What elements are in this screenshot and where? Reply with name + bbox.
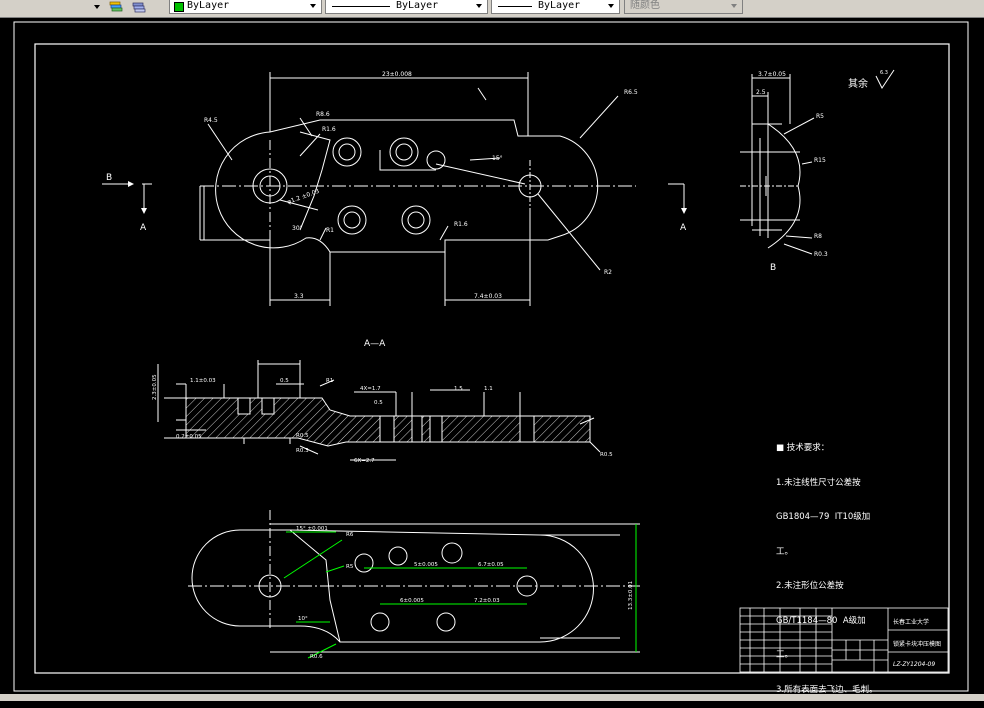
dim-sec-d8: 1.1 bbox=[484, 386, 493, 392]
dim-sec-d9: 6X=2.7 bbox=[354, 458, 375, 464]
dim-r6-inner: R1.6 bbox=[322, 126, 336, 133]
linetype-combo[interactable]: ByLayer bbox=[325, 0, 488, 14]
section-letter-a-right: A bbox=[680, 223, 687, 233]
notes-line: 2.未注形位公差按 bbox=[776, 581, 844, 591]
section-a-a bbox=[157, 360, 601, 461]
dim-offset-b: 7.4±0.03 bbox=[474, 293, 502, 300]
horizontal-scrollbar[interactable] bbox=[0, 694, 984, 701]
dim-sec-d1: 1.1±0.03 bbox=[190, 378, 216, 384]
dim-bot-r06: R0.6 bbox=[310, 654, 323, 660]
plotstyle-value: 随颜色 bbox=[630, 0, 660, 11]
chevron-down-icon[interactable] bbox=[307, 0, 319, 12]
dim-r1-6: R1.6 bbox=[454, 221, 468, 228]
dim-bot-d2: 6.7±0.05 bbox=[478, 562, 504, 568]
dim-side-d1: 2.5 bbox=[756, 89, 766, 96]
dropdown-arrow-icon[interactable] bbox=[92, 0, 102, 14]
title-part-name: 锁紧卡块冲压模图 bbox=[893, 640, 941, 648]
layer-states-icon[interactable] bbox=[108, 0, 124, 14]
dim-sec-d12: R0.5 bbox=[600, 452, 613, 458]
color-value: ByLayer bbox=[187, 0, 230, 11]
dim-overall-length: 23±0.008 bbox=[382, 71, 412, 78]
dim-sec-d7: 1.5 bbox=[454, 386, 463, 392]
dim-bot-d1: 5±0.005 bbox=[414, 562, 438, 568]
notes-line: GB1804—79 IT10级加 bbox=[776, 512, 871, 522]
dim-side-r8: R8 bbox=[814, 233, 822, 240]
dim-side-r5: R5 bbox=[816, 113, 824, 120]
dim-bot-height: 13.3±0.01 bbox=[628, 581, 634, 610]
title-school: 长春工业大学 bbox=[893, 618, 929, 626]
drawing-viewport[interactable]: 23±0.008 R4.5 R6.5 R8.6 R1.6 15° 30° R1 … bbox=[0, 18, 984, 701]
dim-offset-a: 3.3 bbox=[294, 293, 304, 300]
notes-line: GB/T1184—80 A级加 bbox=[776, 615, 866, 626]
linetype-sample bbox=[332, 6, 390, 7]
lineweight-combo[interactable]: ByLayer bbox=[491, 0, 620, 14]
dim-bot-angle: 15° ±0.001 bbox=[296, 526, 328, 532]
dim-sec-d4: R1 bbox=[326, 378, 333, 384]
view-b-label: B bbox=[770, 263, 776, 273]
roughness-value: 6.3 bbox=[880, 70, 888, 76]
dim-sec-d3: 0.2±0.05 bbox=[176, 434, 202, 440]
notes-heading: 技术要求： bbox=[786, 443, 830, 453]
dim-sec-d13: 2.3±0.05 bbox=[152, 374, 158, 400]
title-drawing-no: LZ-ZY1204-09 bbox=[893, 661, 935, 668]
dim-sec-d5: 4X=1.7 bbox=[360, 386, 381, 392]
dim-sec-d10: R0.5 bbox=[296, 433, 309, 439]
color-swatch bbox=[174, 2, 184, 12]
dim-side-r03: R0.3 bbox=[814, 251, 828, 258]
plotstyle-combo[interactable]: 随颜色 bbox=[624, 0, 743, 14]
color-combo[interactable]: ByLayer bbox=[169, 0, 322, 14]
dim-r2: R2 bbox=[604, 269, 612, 276]
chevron-down-icon[interactable] bbox=[473, 0, 485, 12]
top-view bbox=[102, 72, 685, 306]
notes-line: 工。 bbox=[776, 546, 794, 557]
dim-sec-d11: R0.3 bbox=[296, 448, 309, 454]
dim-bot-d4: 7.2±0.03 bbox=[474, 598, 500, 604]
bottom-view bbox=[188, 510, 640, 653]
notes-line: 工。 bbox=[776, 650, 794, 660]
side-view-b bbox=[740, 74, 815, 255]
properties-toolbar: ByLayer ByLayer ByLayer 随颜色 bbox=[0, 0, 984, 18]
lineweight-sample bbox=[498, 6, 532, 7]
dim-r1: R1 bbox=[326, 227, 334, 234]
dim-side-width: 3.7±0.05 bbox=[758, 71, 786, 78]
dim-bot-r5: R5 bbox=[346, 564, 354, 570]
dim-phi: φ1.2 ±0.03 bbox=[286, 188, 320, 206]
dim-r6-top: R6.5 bbox=[624, 89, 638, 96]
chevron-down-icon[interactable] bbox=[605, 0, 617, 12]
dim-sec-d2: 0.5 bbox=[280, 378, 289, 384]
dim-side-r15: R15 bbox=[814, 157, 826, 164]
technical-notes: ■ 技术要求： 1.未注线性尺寸公差按 GB1804—79 IT10级加 工。 … bbox=[776, 420, 878, 708]
dim-bot-angle2: 10° bbox=[298, 616, 308, 622]
roughness-note: 其余 bbox=[848, 77, 868, 90]
notes-bullet-icon: ■ bbox=[776, 443, 787, 453]
dim-sec-d6: 0.5 bbox=[374, 400, 383, 406]
notes-line: 1.未注线性尺寸公差按 bbox=[776, 477, 861, 488]
dim-bot-d3: 6±0.005 bbox=[400, 598, 424, 604]
layer-previous-icon[interactable] bbox=[130, 0, 148, 14]
dim-r45: R4.5 bbox=[204, 117, 218, 124]
section-letter-b: B bbox=[106, 173, 112, 183]
chevron-down-icon bbox=[731, 4, 737, 8]
dim-angle-30: 30° bbox=[292, 225, 303, 232]
dim-angle-15: 15° bbox=[492, 155, 503, 162]
dim-bot-r6: R6 bbox=[346, 532, 354, 538]
section-letter-a-left: A bbox=[140, 223, 147, 233]
dim-r8: R8.6 bbox=[316, 111, 330, 118]
lineweight-value: ByLayer bbox=[538, 0, 581, 11]
linetype-value: ByLayer bbox=[396, 0, 439, 11]
section-view-label: A—A bbox=[364, 339, 386, 349]
